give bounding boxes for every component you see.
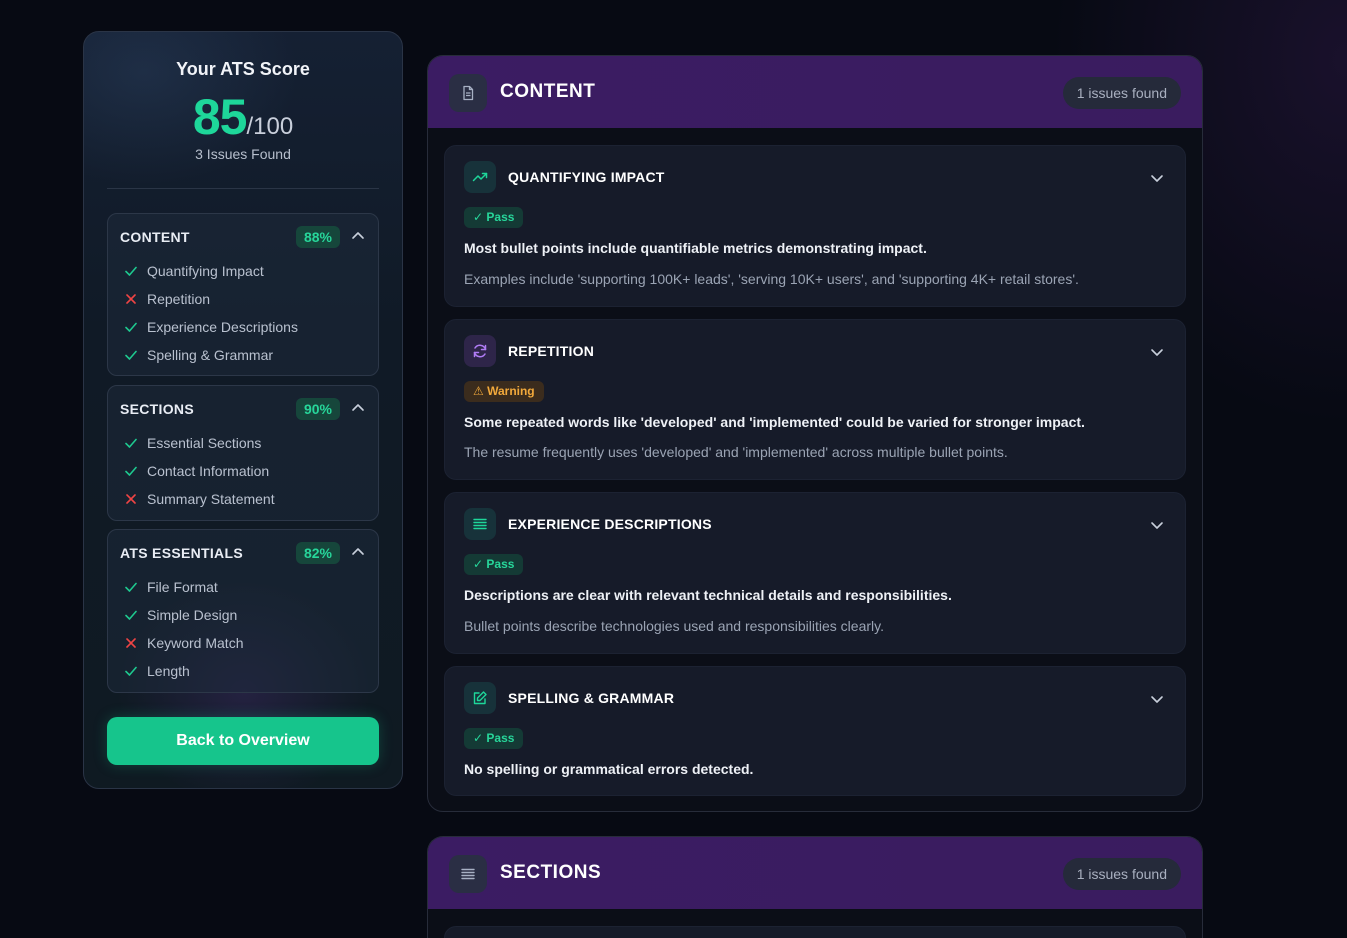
category-item: Contact Information (108, 458, 378, 486)
list-icon (464, 508, 496, 540)
score-display: 85/100 (84, 88, 402, 146)
chevron-down-icon[interactable] (1149, 170, 1165, 186)
refresh-icon (464, 335, 496, 367)
panel-title: CONTENT (500, 81, 596, 102)
check-icon (125, 266, 137, 276)
category-item-label: File Format (147, 579, 218, 595)
check-title: EXPERIENCE DESCRIPTIONS (508, 516, 712, 532)
category-percent-badge: 82% (295, 542, 340, 564)
issues-count-badge: 1 issues found (1062, 77, 1181, 109)
category-sections: SECTIONS 90% Essential Sections Contact … (107, 385, 379, 521)
check-description: Most bullet points include quantifiable … (464, 240, 927, 256)
score-title: Your ATS Score (176, 59, 310, 79)
category-item-label: Spelling & Grammar (147, 347, 274, 363)
category-item-label: Length (147, 663, 190, 679)
category-item-label: Repetition (147, 291, 211, 307)
category-item-label: Keyword Match (147, 635, 244, 651)
content-panel: CONTENT 1 issues found QUANTIFYING IMPAC… (427, 55, 1203, 812)
score-value: 85 (192, 89, 248, 145)
category-content: CONTENT 88% Quantifying Impact Repetitio… (107, 213, 379, 376)
category-item: Summary Statement (108, 486, 378, 514)
check-card-repetition[interactable]: REPETITION ⚠ Warning Some repeated words… (444, 319, 1186, 480)
check-icon (125, 582, 137, 592)
divider (107, 188, 379, 189)
x-icon (126, 494, 136, 504)
category-percent-badge: 90% (295, 398, 340, 420)
category-item-label: Contact Information (147, 463, 270, 479)
check-card-experience-descriptions[interactable]: EXPERIENCE DESCRIPTIONS ✓ Pass Descripti… (444, 492, 1186, 654)
category-item: Experience Descriptions (108, 314, 378, 342)
category-item: Quantifying Impact (108, 258, 378, 286)
panel-header: CONTENT 1 issues found (428, 56, 1202, 128)
pass-badge: ✓ Pass (464, 207, 524, 228)
edit-icon (464, 682, 496, 714)
check-description: No spelling or grammatical errors detect… (464, 761, 754, 777)
category-item-label: Summary Statement (147, 491, 275, 507)
category-item: Length (108, 658, 378, 686)
panel-header: SECTIONS 1 issues found (428, 837, 1202, 909)
chevron-up-icon[interactable] (350, 544, 366, 560)
chevron-up-icon[interactable] (350, 228, 366, 244)
panel-title: SECTIONS (500, 862, 602, 883)
check-icon (125, 438, 137, 448)
category-header[interactable]: ATS ESSENTIALS 82% (108, 530, 378, 574)
check-detail: The resume frequently uses 'developed' a… (464, 444, 1008, 460)
category-item: File Format (108, 574, 378, 602)
x-icon (126, 638, 136, 648)
check-title: SPELLING & GRAMMAR (508, 690, 675, 706)
score-out-of: /100 (246, 113, 294, 140)
issues-found-count: 3 Issues Found (195, 146, 291, 162)
pass-badge: ✓ Pass (464, 554, 524, 575)
x-icon (126, 294, 136, 304)
check-title: REPETITION (508, 343, 595, 359)
category-item-label: Quantifying Impact (147, 263, 264, 279)
check-description: Descriptions are clear with relevant tec… (464, 587, 952, 603)
category-ats-essentials: ATS ESSENTIALS 82% File Format Simple De… (107, 529, 379, 693)
category-item: Simple Design (108, 602, 378, 630)
category-item-label: Essential Sections (147, 435, 262, 451)
list-icon (449, 855, 487, 893)
category-item: Spelling & Grammar (108, 342, 378, 370)
chevron-down-icon[interactable] (1149, 691, 1165, 707)
check-card[interactable] (444, 926, 1186, 938)
back-to-overview-button[interactable]: Back to Overview (107, 717, 379, 765)
chevron-down-icon[interactable] (1149, 517, 1165, 533)
check-icon (125, 322, 137, 332)
sections-panel: SECTIONS 1 issues found (427, 836, 1203, 938)
check-description: Some repeated words like 'developed' and… (464, 414, 1085, 430)
warning-badge: ⚠ Warning (464, 381, 544, 402)
category-name: CONTENT (120, 229, 190, 245)
category-percent-badge: 88% (295, 226, 340, 248)
check-title: QUANTIFYING IMPACT (508, 169, 665, 185)
check-detail: Bullet points describe technologies used… (464, 618, 884, 634)
category-item: Keyword Match (108, 630, 378, 658)
ats-score-sidebar: Your ATS Score 85/100 3 Issues Found CON… (83, 31, 403, 789)
category-header[interactable]: CONTENT 88% (108, 214, 378, 258)
category-item-label: Simple Design (147, 607, 238, 623)
check-card-spelling-grammar[interactable]: SPELLING & GRAMMAR ✓ Pass No spelling or… (444, 666, 1186, 796)
issues-count-badge: 1 issues found (1062, 858, 1181, 890)
chevron-up-icon[interactable] (350, 400, 366, 416)
check-icon (125, 666, 137, 676)
check-icon (125, 466, 137, 476)
check-icon (125, 610, 137, 620)
category-item: Essential Sections (108, 430, 378, 458)
trending-up-icon (464, 161, 496, 193)
category-header[interactable]: SECTIONS 90% (108, 386, 378, 430)
category-item-label: Experience Descriptions (147, 319, 298, 335)
category-item: Repetition (108, 286, 378, 314)
check-detail: Examples include 'supporting 100K+ leads… (464, 271, 1079, 287)
category-name: SECTIONS (120, 401, 194, 417)
pass-badge: ✓ Pass (464, 728, 524, 749)
check-card-quantifying-impact[interactable]: QUANTIFYING IMPACT ✓ Pass Most bullet po… (444, 145, 1186, 307)
check-icon (125, 350, 137, 360)
category-name: ATS ESSENTIALS (120, 545, 243, 561)
chevron-down-icon[interactable] (1149, 344, 1165, 360)
document-icon (449, 74, 487, 112)
